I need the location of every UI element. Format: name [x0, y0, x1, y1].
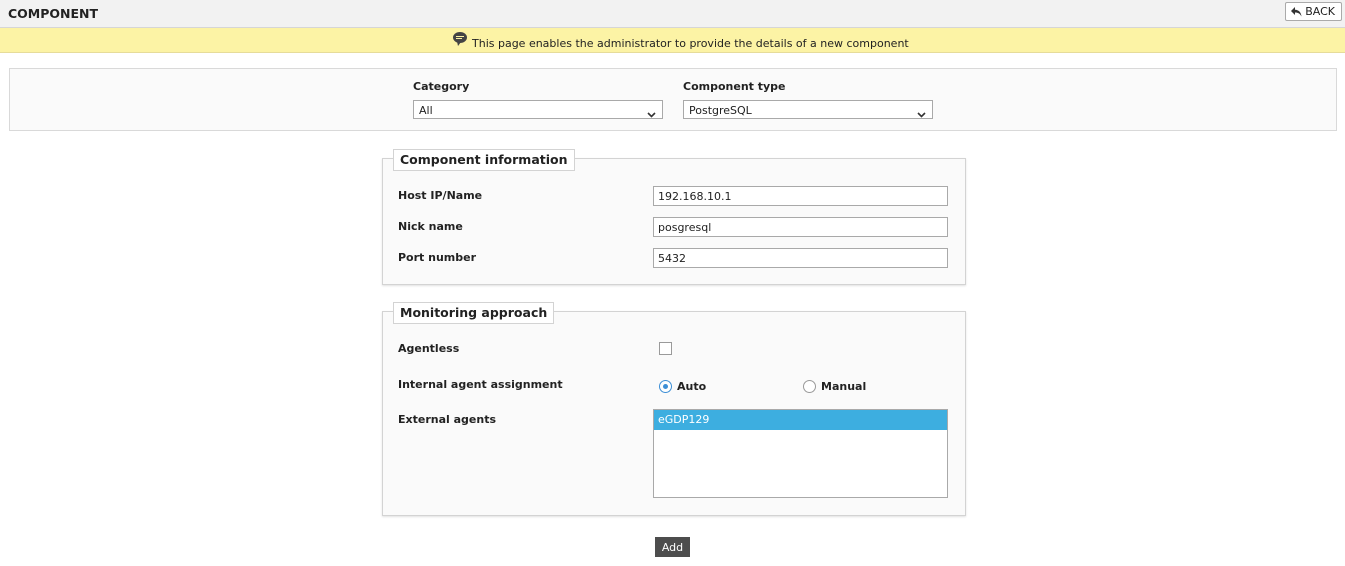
host-label: Host IP/Name — [398, 189, 483, 202]
component-type-label: Component type — [683, 80, 786, 93]
monitoring-approach-legend: Monitoring approach — [393, 302, 555, 324]
component-information-legend: Component information — [393, 149, 575, 171]
host-input[interactable]: 192.168.10.1 — [653, 186, 948, 206]
filter-panel: Category All Component type PostgreSQL — [9, 68, 1337, 131]
manual-label[interactable]: Manual — [821, 380, 866, 393]
external-agents-list[interactable]: eGDP129 — [653, 409, 948, 498]
category-select[interactable]: All — [413, 100, 663, 119]
agentless-checkbox[interactable] — [659, 342, 672, 355]
info-bar: This page enables the administrator to p… — [0, 28, 1345, 53]
top-bar: COMPONENT BACK — [0, 0, 1345, 28]
back-button[interactable]: BACK — [1285, 2, 1342, 21]
monitoring-approach-section: Monitoring approach Agentless Internal a… — [382, 302, 966, 516]
back-button-label: BACK — [1305, 5, 1335, 18]
list-item[interactable]: eGDP129 — [654, 410, 947, 430]
component-type-select[interactable]: PostgreSQL — [683, 100, 933, 119]
component-information-section: Component information Host IP/Name 192.1… — [382, 149, 966, 285]
auto-label[interactable]: Auto — [677, 380, 706, 393]
component-type-value: PostgreSQL — [689, 104, 752, 117]
chevron-down-icon — [647, 105, 656, 124]
external-agents-label: External agents — [398, 413, 497, 426]
internal-agent-label: Internal agent assignment — [398, 378, 563, 391]
category-label: Category — [413, 80, 470, 93]
port-label: Port number — [398, 251, 477, 264]
nick-name-label: Nick name — [398, 220, 463, 233]
add-button[interactable]: Add — [655, 537, 690, 557]
back-arrow-icon — [1291, 6, 1302, 17]
agentless-label: Agentless — [398, 342, 460, 355]
nick-name-input[interactable]: posgresql — [653, 217, 948, 237]
info-message: This page enables the administrator to p… — [472, 36, 909, 50]
manual-radio[interactable] — [803, 380, 816, 393]
auto-radio[interactable] — [659, 380, 672, 393]
chevron-down-icon — [917, 105, 926, 124]
speech-bubble-icon — [452, 31, 468, 50]
port-input[interactable]: 5432 — [653, 248, 948, 268]
page-title: COMPONENT — [8, 6, 99, 21]
category-value: All — [419, 104, 433, 117]
